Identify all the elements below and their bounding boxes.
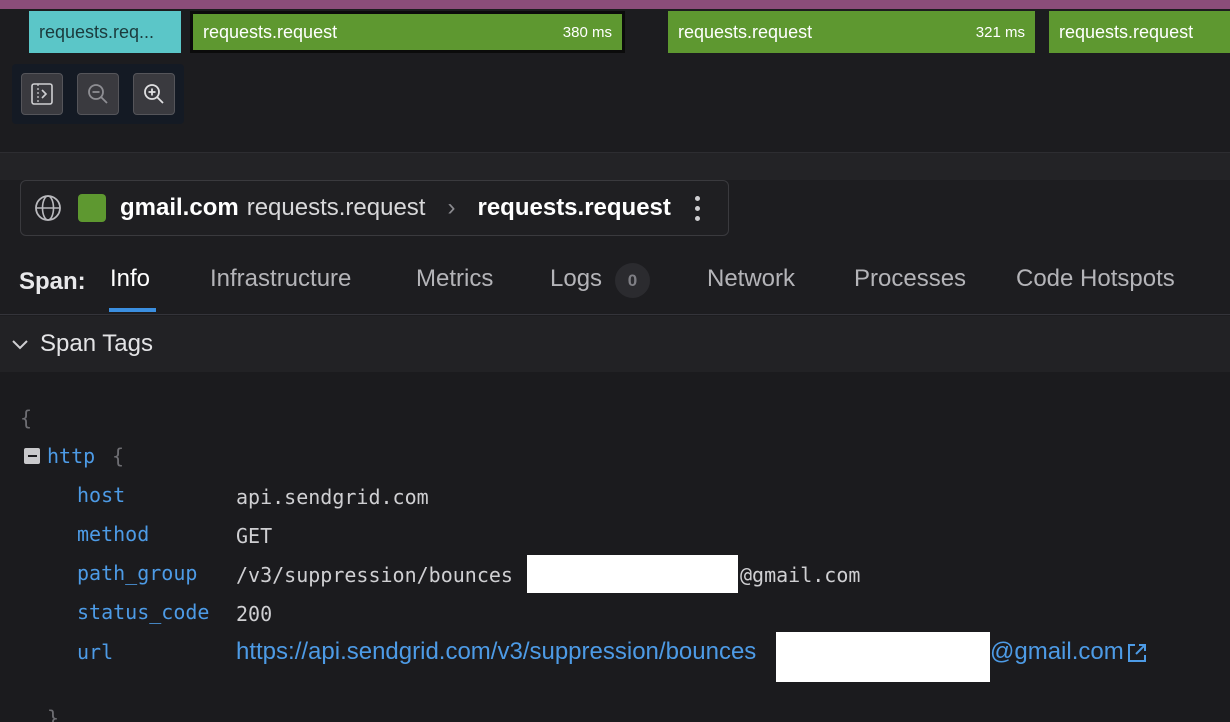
tag-key: url [77, 640, 114, 664]
span-bar-duration: 380 ms [562, 23, 612, 41]
tag-group-key: http [47, 444, 96, 468]
url-link[interactable]: https://api.sendgrid.com/v3/suppression/… [236, 638, 756, 666]
span-bar-label: requests.request [678, 21, 813, 42]
logs-count-badge: 0 [615, 263, 650, 298]
tab-processes[interactable]: Processes [854, 265, 966, 293]
span-bar-label: requests.request [1059, 21, 1194, 42]
span-bar[interactable]: requests.request [1049, 11, 1230, 53]
parent-span-bar[interactable] [0, 0, 1230, 9]
zoom-out-button[interactable] [77, 73, 119, 115]
span-tags-section-header[interactable]: Span Tags [0, 316, 1230, 372]
zoom-toolbar [12, 64, 184, 124]
globe-icon [34, 194, 62, 222]
panel-resize-handle[interactable] [0, 152, 1230, 180]
tag-value[interactable]: /v3/suppression/bounces [236, 563, 513, 587]
span-breadcrumb: gmail.com requests.request › requests.re… [20, 180, 729, 236]
collapse-icon[interactable] [24, 448, 40, 464]
tab-info[interactable]: Info [110, 265, 150, 293]
breadcrumb-operation[interactable]: requests.request [247, 194, 426, 222]
span-bar-selected[interactable]: requests.request 380 ms [190, 11, 625, 53]
tag-key: status_code [77, 600, 210, 624]
more-options-icon[interactable] [694, 195, 700, 221]
redaction-box [776, 632, 990, 682]
toggle-sidebar-button[interactable] [21, 73, 63, 115]
tag-value[interactable]: 200 [236, 602, 272, 626]
span-bar[interactable]: requests.request 321 ms [668, 11, 1035, 53]
tab-network[interactable]: Network [707, 265, 795, 293]
span-bar-label: requests.req... [39, 21, 155, 42]
close-brace: } [47, 706, 60, 722]
tag-value-tail: @gmail.com [740, 563, 861, 587]
tag-value[interactable]: GET [236, 524, 272, 548]
tag-key: method [77, 522, 150, 546]
chevron-down-icon [10, 334, 30, 354]
tab-logs[interactable]: Logs [550, 265, 602, 293]
tag-key: path_group [77, 561, 198, 585]
zoom-out-icon [88, 84, 108, 104]
service-color-swatch [78, 194, 106, 222]
span-bar-label: requests.request [203, 21, 338, 42]
zoom-in-button[interactable] [133, 73, 175, 115]
chevron-right-icon: › [447, 194, 456, 221]
toggle-sidebar-icon [31, 83, 53, 105]
group-open-brace: { [112, 444, 125, 468]
tab-code-hotspots[interactable]: Code Hotspots [1016, 265, 1175, 293]
active-tab-indicator [109, 308, 156, 312]
span-bar[interactable]: requests.req... [29, 11, 181, 53]
external-link-icon[interactable] [1126, 642, 1148, 664]
open-brace: { [20, 406, 33, 430]
span-bar-duration: 321 ms [975, 23, 1025, 41]
span-tags-tree: { http { host api.sendgrid.com method GE… [0, 372, 1230, 722]
breadcrumb-current-span: requests.request [477, 194, 671, 221]
tag-value[interactable]: api.sendgrid.com [236, 485, 429, 509]
tab-infrastructure[interactable]: Infrastructure [210, 265, 351, 293]
tabs-prefix-label: Span: [19, 268, 86, 295]
tab-metrics[interactable]: Metrics [416, 265, 493, 293]
section-title: Span Tags [40, 330, 153, 357]
redaction-box [527, 555, 738, 593]
zoom-in-icon [144, 84, 164, 104]
url-link-tail[interactable]: @gmail.com [990, 638, 1124, 666]
breadcrumb-service[interactable]: gmail.com [120, 194, 239, 222]
flame-graph: requests.req... requests.request 380 ms … [0, 0, 1230, 152]
tag-key: host [77, 483, 126, 507]
